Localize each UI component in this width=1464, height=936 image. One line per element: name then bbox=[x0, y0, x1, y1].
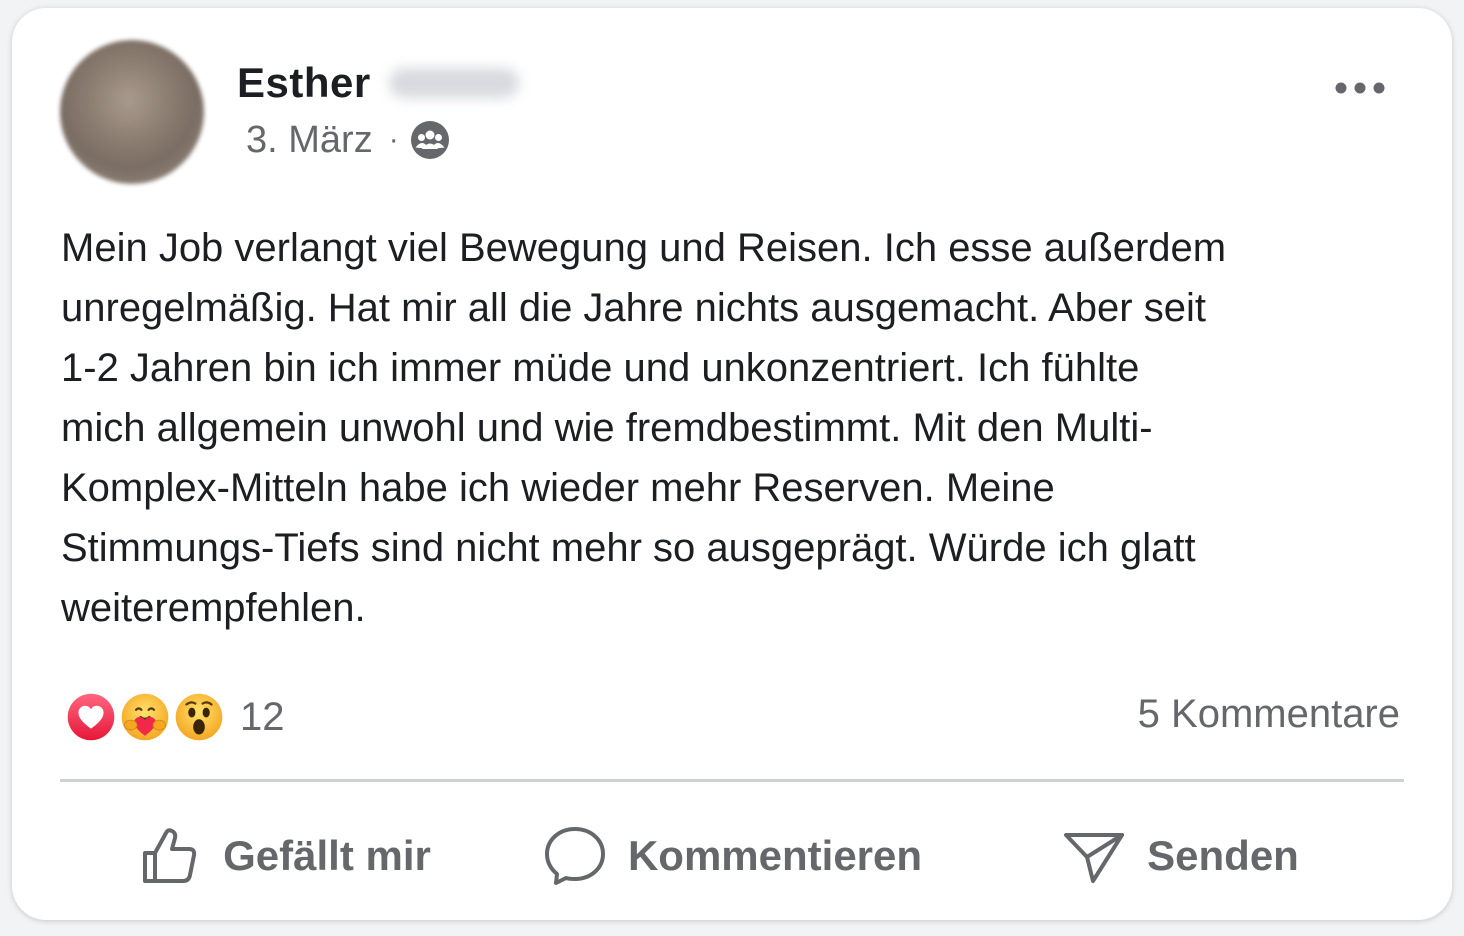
post-text: Mein Job verlangt viel Bewegung und Reis… bbox=[61, 226, 1227, 630]
more-options-icon bbox=[1335, 82, 1385, 94]
comment-button[interactable]: Kommentieren bbox=[508, 808, 956, 904]
send-icon bbox=[1064, 833, 1125, 883]
love-reaction-icon bbox=[62, 688, 120, 746]
reaction-icons bbox=[62, 688, 228, 746]
author-surname-blurred bbox=[388, 68, 519, 98]
wow-reaction-icon bbox=[170, 688, 228, 746]
thumbs-up-icon bbox=[143, 828, 197, 883]
send-button[interactable]: Senden bbox=[956, 808, 1404, 904]
avatar[interactable] bbox=[60, 40, 204, 184]
comment-bubble-icon bbox=[544, 827, 605, 885]
divider bbox=[60, 779, 1404, 782]
more-options-button[interactable] bbox=[1330, 68, 1390, 108]
reactions-summary[interactable]: 12 bbox=[62, 688, 285, 746]
like-label: Gefällt mir bbox=[223, 832, 431, 879]
post-date[interactable]: 3. März bbox=[246, 119, 373, 162]
send-label: Senden bbox=[1147, 832, 1299, 879]
reaction-count: 12 bbox=[240, 694, 285, 739]
post-card: Esther 3. März · Mein Job verlangt viel … bbox=[12, 8, 1452, 920]
group-audience-icon[interactable] bbox=[409, 119, 451, 161]
comment-label: Kommentieren bbox=[627, 832, 923, 879]
post-meta: 3. März · bbox=[246, 118, 451, 162]
meta-separator: · bbox=[388, 123, 399, 156]
author-row: Esther bbox=[237, 58, 519, 108]
like-button[interactable]: Gefällt mir bbox=[60, 808, 508, 904]
comments-count-link[interactable]: 5 Kommentare bbox=[1138, 692, 1400, 737]
action-bar: Gefällt mir Kommentieren Senden bbox=[60, 808, 1404, 904]
author-name[interactable]: Esther bbox=[237, 59, 371, 107]
care-reaction-icon bbox=[116, 688, 174, 746]
